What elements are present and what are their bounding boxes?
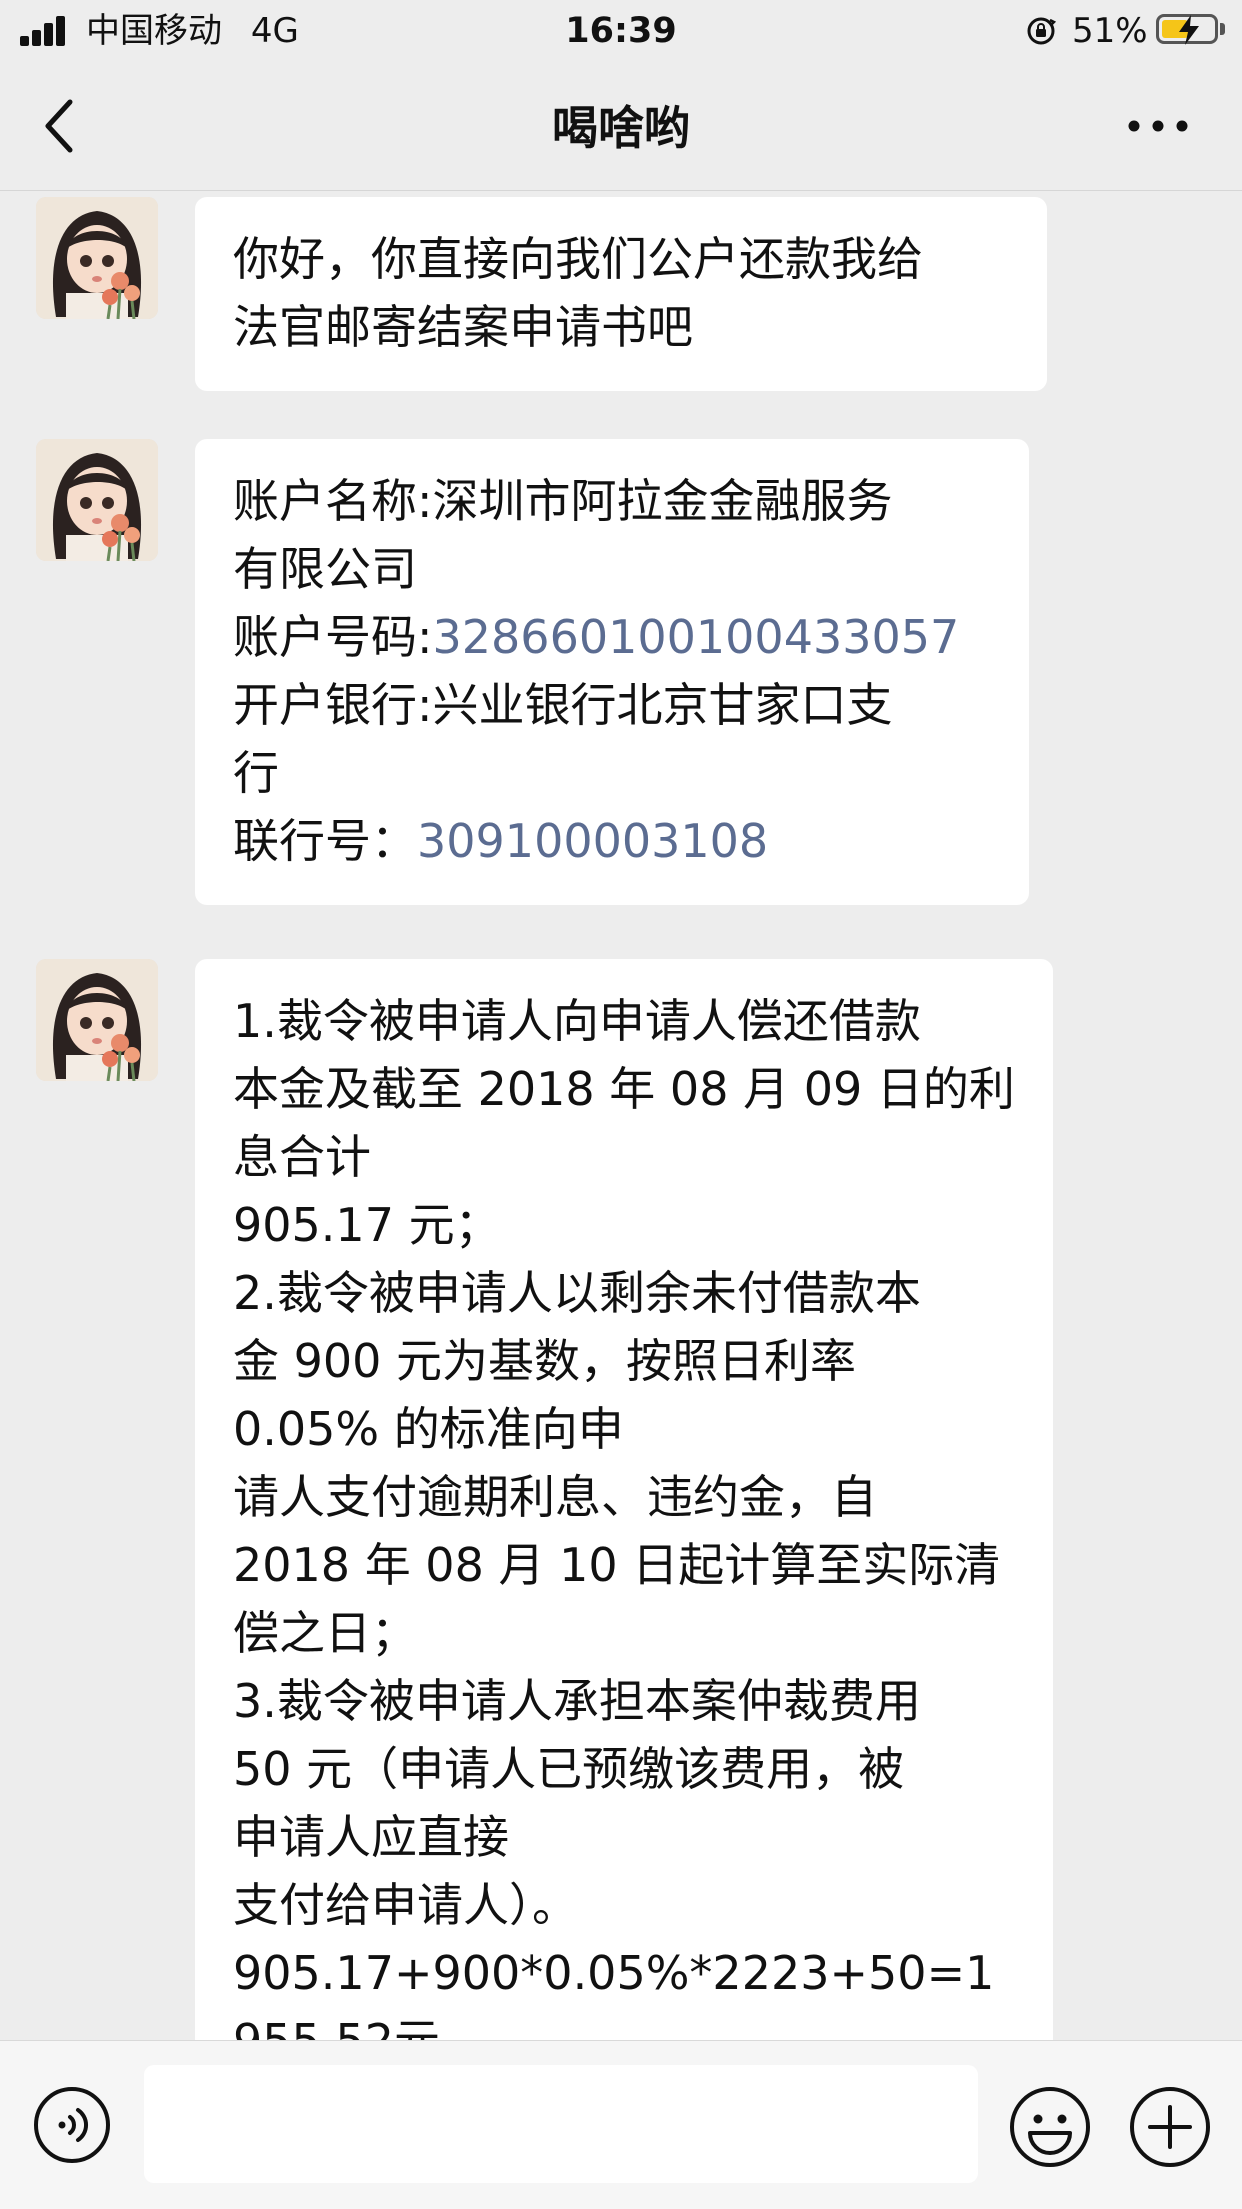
message-line: 3.裁令被申请人承担本案仲裁费用 [233, 1674, 921, 1728]
message-line: 请人支付逾期利息、违约金，自 [233, 1470, 877, 1524]
message-list[interactable]: 你好，你直接向我们公户还款我给 法官邮寄结案申请书吧 账户名称:深圳市阿拉金金融… [0, 191, 1242, 2040]
message-line: 申请人应直接 [233, 1810, 509, 1864]
message-line: 955.52元 [233, 2007, 1017, 2040]
message-line: 息合计 [233, 1130, 371, 1184]
message-line: 有限公司 [233, 542, 417, 596]
message-bubble[interactable]: 1.裁令被申请人向申请人偿还借款 本金及截至 2018 年 08 月 09 日的… [195, 959, 1053, 2040]
orientation-lock-icon [1027, 17, 1056, 45]
account-number-link[interactable]: 32866010010043305​7 [433, 610, 960, 664]
message-line: 0.05% 的标准向申 [233, 1402, 624, 1456]
bank-code-link[interactable]: 309100003108 [417, 814, 768, 868]
message-line: 1.裁令被申请人向申请人偿还借款 [233, 994, 921, 1048]
avatar[interactable] [36, 959, 158, 1081]
message-line: 法官邮寄结案申请书吧 [233, 300, 693, 354]
chat-title: 喝啥哟 [552, 101, 690, 155]
message-line: 905.17+900*0.05%*2223+50=1 [233, 1946, 995, 2000]
account-number-label: 账户号码: [233, 610, 433, 664]
bank-code-label: 联行号： [233, 814, 417, 868]
message-line: 2018 年 08 月 10 日起计算至实际清 [233, 1538, 1001, 1592]
input-bar [0, 2040, 1242, 2209]
avatar[interactable] [36, 439, 158, 561]
message-line: 账户号码:32866010010043305​7 [233, 603, 993, 671]
message-line: 开户银行:兴业银行北京甘家口支 [233, 678, 893, 732]
message-line: 2.裁令被申请人以剩余未付借款本 [233, 1266, 921, 1320]
chat-header: 喝啥哟 [0, 62, 1242, 191]
message-line: 你好，你直接向我们公户还款我给 [233, 232, 923, 286]
message-bubble[interactable]: 你好，你直接向我们公户还款我给 法官邮寄结案申请书吧 [195, 197, 1047, 391]
message-bubble[interactable]: 账户名称:深圳市阿拉金金融服务 有限公司 账户号码:32866010010043… [195, 439, 1029, 905]
message-line: 行 [233, 746, 279, 800]
charging-bolt-icon [1179, 15, 1199, 45]
message-input[interactable] [144, 2065, 978, 2183]
battery-percent: 51% [1072, 11, 1148, 51]
battery-cap [1220, 23, 1225, 35]
battery-charging-icon [1156, 14, 1218, 45]
avatar-illustration [36, 197, 158, 319]
message-line: 账户名称:深圳市阿拉金金融服务 [233, 474, 893, 528]
avatar-illustration [36, 439, 158, 561]
voice-input-icon[interactable] [32, 2085, 112, 2165]
more-dots-icon[interactable] [1126, 106, 1190, 146]
message-line: 支付给申请人）。 [233, 1878, 578, 1932]
message-line: 联行号：309100003108 [233, 807, 993, 875]
message-line: 本金及截至 2018 年 08 月 09 日的利 [233, 1062, 1015, 1116]
message-line: 50 元（申请人已预缴该费用，被 [233, 1742, 905, 1796]
avatar-illustration [36, 959, 158, 1081]
status-bar: 中国移动 4G 16:39 51% [0, 0, 1242, 62]
message-line: 偿之日； [233, 1606, 417, 1660]
emoji-icon[interactable] [1008, 2085, 1092, 2169]
message-line: 金 900 元为基数，按照日利率 [233, 1334, 857, 1388]
plus-icon[interactable] [1128, 2085, 1212, 2169]
message-line: 905.17 元； [233, 1198, 501, 1252]
avatar[interactable] [36, 197, 158, 319]
